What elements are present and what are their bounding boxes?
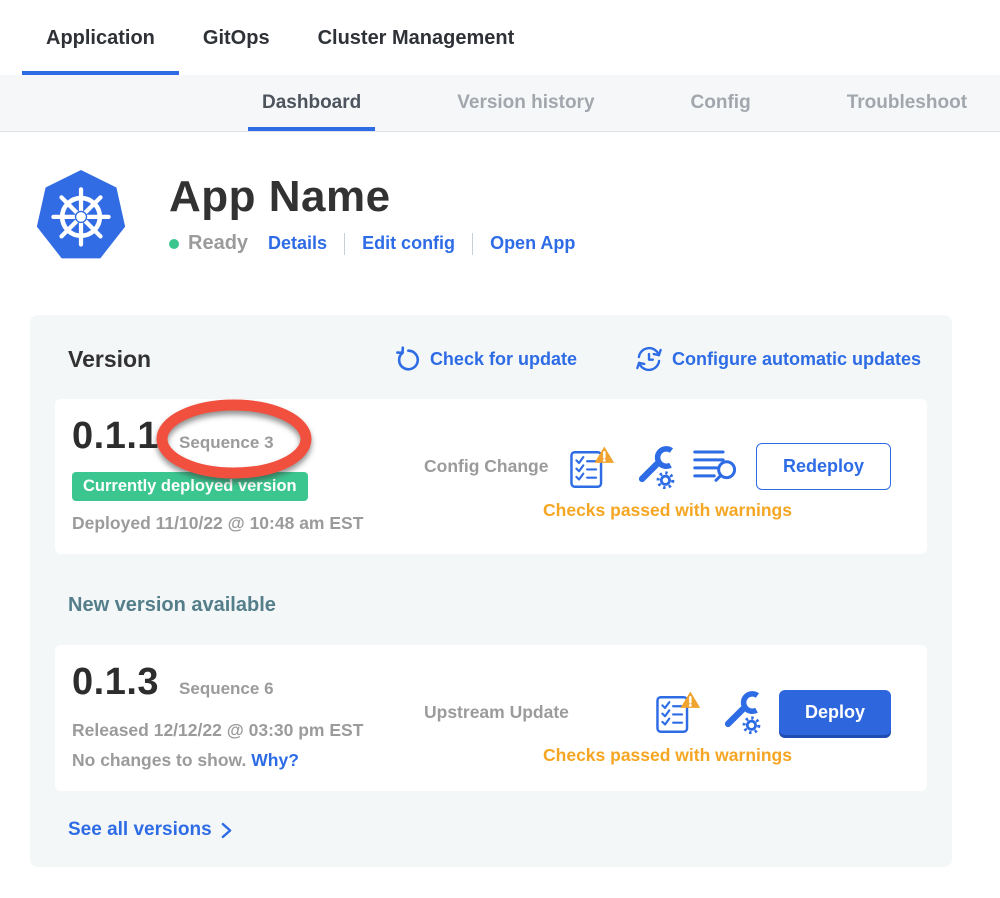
chevron-right-icon	[221, 822, 232, 839]
edit-config-link[interactable]: Edit config	[362, 233, 455, 254]
edit-config-wrench-icon[interactable]	[718, 690, 762, 734]
why-link[interactable]: Why?	[251, 750, 299, 770]
clock-refresh-icon	[635, 345, 663, 373]
currently-deployed-badge: Currently deployed version	[72, 472, 308, 501]
top-nav-gitops[interactable]: GitOps	[179, 0, 294, 75]
page-title: App Name	[169, 172, 575, 222]
current-version-sequence: Sequence 3	[179, 433, 274, 453]
preflight-checks-icon[interactable]	[569, 444, 615, 490]
top-nav-application[interactable]: Application	[22, 0, 179, 75]
divider	[344, 233, 345, 255]
edit-config-wrench-icon[interactable]	[632, 445, 676, 489]
version-source-type: Config Change	[424, 456, 548, 477]
new-version-heading: New version available	[68, 594, 927, 617]
tab-dashboard[interactable]: Dashboard	[248, 75, 375, 131]
see-all-versions-label: See all versions	[68, 819, 212, 841]
see-all-versions-link[interactable]: See all versions	[68, 819, 232, 841]
details-link[interactable]: Details	[268, 233, 327, 254]
refresh-icon	[395, 346, 421, 372]
released-timestamp: Released 12/12/22 @ 03:30 pm EST	[72, 720, 424, 741]
tab-troubleshoot[interactable]: Troubleshoot	[833, 75, 981, 131]
version-source-type: Upstream Update	[424, 702, 569, 723]
checks-status-text: Checks passed with warnings	[424, 745, 911, 766]
divider	[472, 233, 473, 255]
preflight-checks-icon[interactable]	[655, 689, 701, 735]
checks-status-text: Checks passed with warnings	[424, 500, 911, 521]
top-nav: Application GitOps Cluster Management	[0, 0, 1000, 75]
available-version-card: 0.1.3 Sequence 6 Released 12/12/22 @ 03:…	[55, 645, 927, 791]
app-status-text: Ready	[188, 232, 248, 255]
kubernetes-logo-icon	[35, 168, 127, 269]
view-files-icon[interactable]	[693, 446, 739, 488]
open-app-link[interactable]: Open App	[490, 233, 575, 254]
deploy-button[interactable]: Deploy	[779, 690, 891, 735]
tab-config[interactable]: Config	[677, 75, 765, 131]
current-version-card: 0.1.1 Sequence 3 Currently deployed vers…	[55, 399, 927, 554]
version-panel-title: Version	[68, 346, 151, 373]
no-changes-text: No changes to show.	[72, 750, 246, 770]
tab-version-history[interactable]: Version history	[443, 75, 608, 131]
configure-automatic-updates-button[interactable]: Configure automatic updates	[635, 345, 921, 373]
ready-status-dot-icon	[169, 239, 179, 249]
top-nav-cluster-management[interactable]: Cluster Management	[294, 0, 539, 75]
configure-automatic-updates-label: Configure automatic updates	[672, 349, 921, 370]
check-for-update-label: Check for update	[430, 349, 577, 370]
redeploy-button[interactable]: Redeploy	[756, 443, 891, 490]
available-version-sequence: Sequence 6	[179, 679, 274, 699]
app-sub-nav: Dashboard Version history Config Trouble…	[0, 75, 1000, 132]
app-header: App Name Ready Details Edit config Open …	[35, 168, 1000, 269]
available-version-number: 0.1.3	[72, 661, 159, 704]
deployed-timestamp: Deployed 11/10/22 @ 10:48 am EST	[72, 513, 424, 534]
current-version-number: 0.1.1	[72, 415, 159, 458]
check-for-update-button[interactable]: Check for update	[395, 346, 577, 372]
version-panel: Version Check for update	[30, 315, 952, 867]
